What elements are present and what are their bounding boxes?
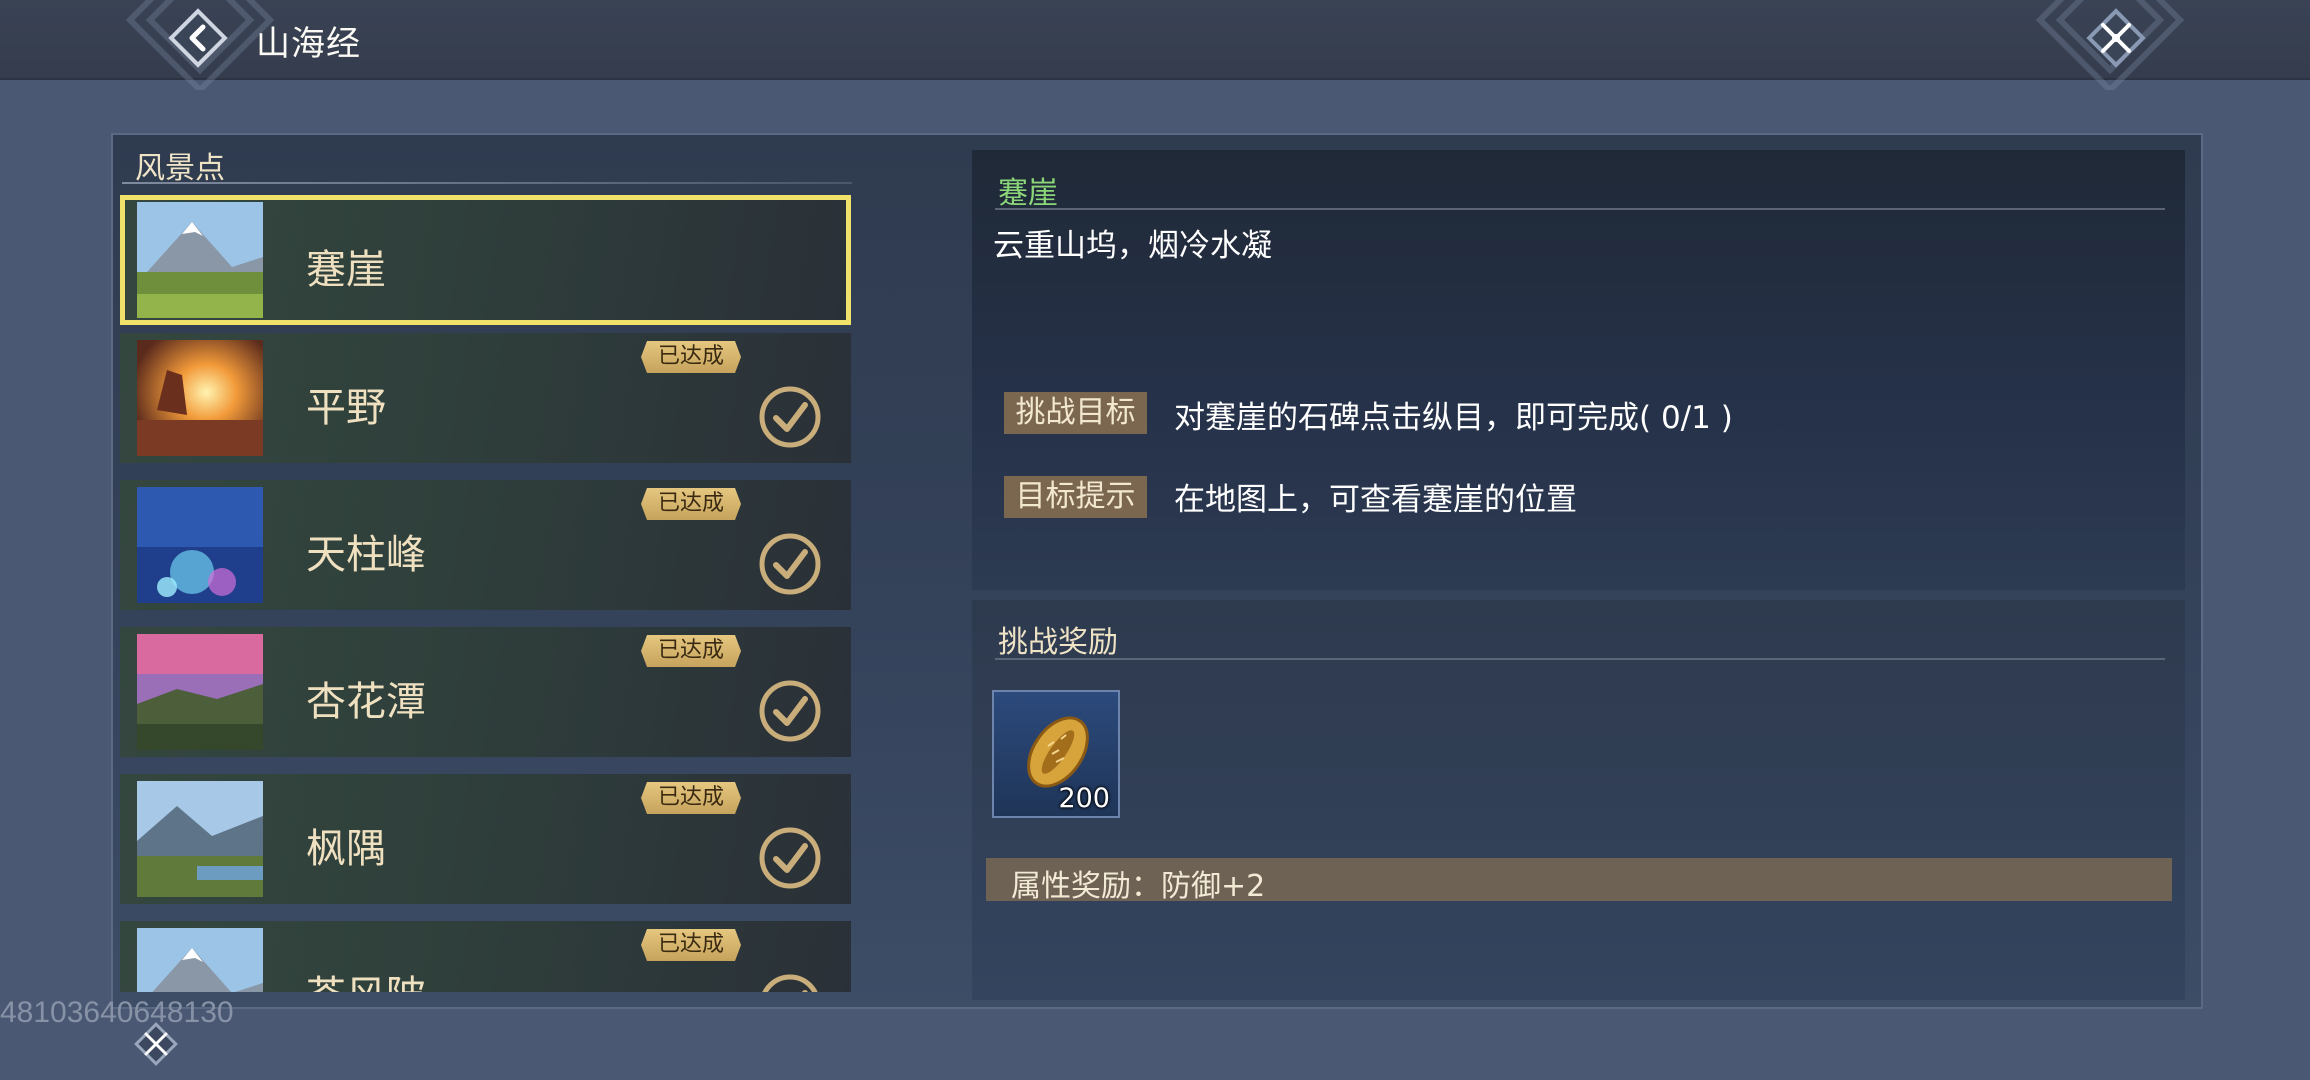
reward-panel	[972, 600, 2185, 1000]
check-circle-icon	[762, 974, 818, 992]
attribute-reward-bar: 属性奖励：防御+2	[986, 858, 2172, 904]
list-header: 风景点	[135, 151, 225, 186]
achieved-badge: 已达成	[641, 635, 741, 667]
spot-name: 天柱峰	[306, 532, 426, 578]
goal-label: 挑战目标	[1004, 392, 1147, 434]
spot-name: 杏花潭	[306, 679, 426, 725]
hint-text: 在地图上，可查看蹇崖的位置	[1174, 482, 1577, 518]
divider	[995, 658, 2165, 660]
spot-name: 苍风陂	[306, 963, 426, 992]
item-count: 200	[1058, 783, 1110, 814]
check-circle-icon	[759, 680, 821, 742]
spot-name: 平野	[306, 385, 386, 431]
detail-panel	[972, 150, 2185, 590]
divider	[995, 208, 2165, 210]
spot-thumbnail	[137, 340, 263, 456]
spot-thumbnail	[137, 781, 263, 897]
spot-name: 蹇崖	[306, 247, 386, 293]
reward-title: 挑战奖励	[998, 625, 1118, 660]
check-circle-icon	[759, 827, 821, 889]
goal-text: 对蹇崖的石碑点击纵目，即可完成( 0/1 )	[1174, 400, 1733, 436]
list-item[interactable]: 枫隅 已达成	[120, 774, 851, 904]
divider	[122, 182, 852, 184]
achieved-badge: 已达成	[641, 929, 741, 961]
list-item-selected[interactable]: 蹇崖	[120, 195, 851, 325]
spot-thumbnail	[137, 634, 263, 750]
spot-thumbnail	[137, 928, 263, 992]
reward-item-slot[interactable]: 200	[992, 690, 1120, 818]
check-circle-icon	[759, 386, 821, 448]
hint-label: 目标提示	[1004, 476, 1147, 518]
achieved-badge: 已达成	[641, 782, 741, 814]
list-item[interactable]: 天柱峰 已达成	[120, 480, 851, 610]
check-circle-icon	[759, 533, 821, 595]
spot-thumbnail	[137, 487, 263, 603]
crossed-swords-close-icon[interactable]	[2083, 5, 2149, 71]
achieved-badge: 已达成	[641, 488, 741, 520]
list-item[interactable]: 杏花潭 已达成	[120, 627, 851, 757]
attribute-reward-text: 属性奖励：防御+2	[1011, 869, 1266, 904]
list-item[interactable]: 平野 已达成	[120, 333, 851, 463]
achieved-badge: 已达成	[641, 341, 741, 373]
scenic-spot-list[interactable]: 蹇崖 平野 已达成 天柱峰 已达成 杏花潭 已达成 枫隅 已达成 已达成	[120, 190, 855, 992]
spot-thumbnail	[137, 202, 263, 318]
back-arrow-icon[interactable]	[165, 5, 231, 71]
detail-title: 蹇崖	[998, 176, 1058, 211]
list-item[interactable]: 苍风陂 已达成	[120, 921, 851, 992]
app-title: 山海经	[256, 24, 361, 64]
spot-name: 枫隅	[306, 826, 386, 872]
crossed-swords-icon[interactable]	[132, 1020, 180, 1068]
detail-description: 云重山坞，烟冷水凝	[993, 228, 1272, 264]
uid-overlay: 48103640648130	[0, 996, 234, 1029]
